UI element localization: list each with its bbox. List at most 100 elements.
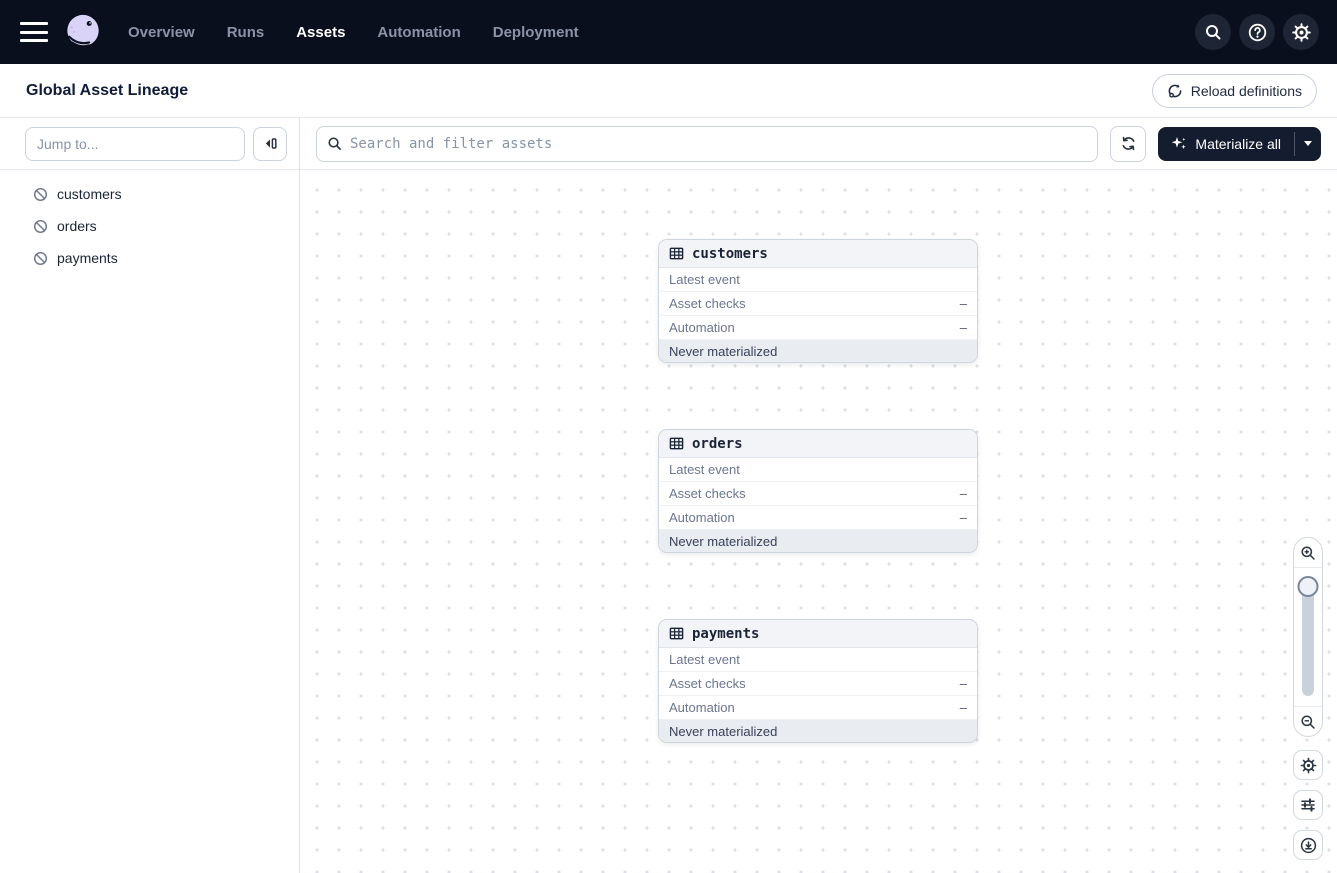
asset-node-payments[interactable]: payments Latest event Asset checks – Aut…	[658, 619, 978, 743]
asset-label: payments	[57, 250, 118, 266]
asset-node-title: customers	[692, 245, 768, 262]
automation-row: Automation –	[659, 696, 977, 720]
nav-item-assets[interactable]: Assets	[296, 24, 345, 41]
panel-collapse-icon	[262, 135, 279, 152]
row-value: –	[959, 320, 967, 335]
automation-row: Automation –	[659, 316, 977, 340]
never-materialized-icon	[33, 187, 48, 202]
nav-item-overview[interactable]: Overview	[128, 24, 195, 41]
row-label: Latest event	[669, 462, 740, 477]
reload-icon	[1167, 83, 1183, 99]
graph-settings-button[interactable]	[1293, 750, 1323, 780]
nav-item-deployment[interactable]: Deployment	[493, 24, 579, 41]
reload-definitions-label: Reload definitions	[1190, 82, 1302, 99]
nav-item-runs[interactable]: Runs	[227, 24, 265, 41]
latest-event-row: Latest event	[659, 458, 977, 482]
sidebar-item-customers[interactable]: customers	[0, 178, 299, 210]
asset-search-box[interactable]	[316, 125, 1099, 162]
materialize-dropdown-button[interactable]	[1295, 127, 1321, 161]
download-circle-icon	[1300, 837, 1317, 854]
asset-search-input[interactable]	[350, 135, 1088, 152]
asset-sidebar: customers orders payments	[0, 118, 300, 873]
table-icon	[669, 436, 684, 451]
page-header: Global Asset Lineage Reload definitions	[0, 64, 1337, 118]
refresh-icon	[1120, 135, 1137, 152]
graph-filters-button[interactable]	[1293, 790, 1323, 820]
row-value: –	[959, 676, 967, 691]
materialization-status: Never materialized	[659, 720, 977, 742]
asset-node-title: payments	[692, 625, 760, 642]
latest-event-row: Latest event	[659, 268, 977, 292]
table-icon	[669, 626, 684, 641]
asset-node-header[interactable]: orders	[659, 430, 977, 458]
content: customers orders payments	[0, 118, 1337, 873]
asset-label: customers	[57, 186, 122, 202]
dagster-logo-icon[interactable]	[64, 13, 102, 51]
table-icon	[669, 246, 684, 261]
materialize-all-button[interactable]: Materialize all	[1158, 127, 1294, 161]
settings-gear-icon[interactable]	[1283, 14, 1319, 50]
row-label: Asset checks	[669, 296, 746, 311]
page-title: Global Asset Lineage	[26, 81, 189, 99]
zoom-in-button[interactable]	[1294, 538, 1322, 568]
zoom-out-icon	[1300, 714, 1316, 730]
gear-icon	[1300, 757, 1317, 774]
sidebar-item-payments[interactable]: payments	[0, 242, 299, 274]
row-label: Automation	[669, 700, 735, 715]
zoom-slider-knob[interactable]	[1297, 576, 1319, 597]
zoom-in-icon	[1300, 545, 1316, 561]
search-icon	[327, 136, 342, 151]
collapse-sidebar-button[interactable]	[253, 126, 287, 161]
row-label: Asset checks	[669, 676, 746, 691]
top-nav: Overview Runs Assets Automation Deployme…	[0, 0, 1337, 64]
zoom-out-button[interactable]	[1294, 706, 1322, 736]
sliders-icon	[1300, 797, 1316, 813]
hamburger-menu-icon[interactable]	[20, 22, 48, 42]
reload-definitions-button[interactable]: Reload definitions	[1151, 73, 1317, 108]
download-image-button[interactable]	[1293, 830, 1323, 860]
row-value: –	[959, 700, 967, 715]
row-value: –	[959, 296, 967, 311]
row-value: –	[959, 486, 967, 501]
asset-node-header[interactable]: payments	[659, 620, 977, 648]
materialization-status: Never materialized	[659, 340, 977, 362]
zoom-control	[1293, 537, 1323, 737]
lineage-toolbar: Materialize all	[300, 118, 1337, 170]
nav-item-automation[interactable]: Automation	[377, 24, 460, 41]
help-icon[interactable]	[1239, 14, 1275, 50]
latest-event-row: Latest event	[659, 648, 977, 672]
sidebar-top-bar	[0, 118, 299, 170]
materialize-all-group: Materialize all	[1158, 126, 1321, 161]
main-panel: Materialize all customers Latest	[300, 118, 1337, 873]
zoom-slider-area	[1294, 568, 1322, 706]
asset-checks-row: Asset checks –	[659, 672, 977, 696]
row-label: Automation	[669, 510, 735, 525]
asset-node-orders[interactable]: orders Latest event Asset checks – Autom…	[658, 429, 978, 553]
asset-node-title: orders	[692, 435, 743, 452]
automation-row: Automation –	[659, 506, 977, 530]
sparkle-icon	[1171, 136, 1187, 152]
nav-right-icons	[1195, 14, 1319, 50]
never-materialized-icon	[33, 251, 48, 266]
asset-node-header[interactable]: customers	[659, 240, 977, 268]
row-value: –	[959, 510, 967, 525]
asset-label: orders	[57, 218, 97, 234]
never-materialized-icon	[33, 219, 48, 234]
row-label: Asset checks	[669, 486, 746, 501]
row-label: Automation	[669, 320, 735, 335]
sidebar-item-orders[interactable]: orders	[0, 210, 299, 242]
row-label: Latest event	[669, 652, 740, 667]
chevron-down-icon	[1304, 141, 1312, 146]
materialize-all-label: Materialize all	[1195, 135, 1281, 152]
lineage-canvas[interactable]: customers Latest event Asset checks – Au…	[300, 170, 1337, 873]
row-label: Latest event	[669, 272, 740, 287]
nav-links: Overview Runs Assets Automation Deployme…	[128, 24, 579, 41]
asset-list: customers orders payments	[0, 170, 299, 274]
jump-to-input[interactable]	[25, 126, 245, 161]
asset-checks-row: Asset checks –	[659, 292, 977, 316]
asset-node-customers[interactable]: customers Latest event Asset checks – Au…	[658, 239, 978, 363]
search-icon[interactable]	[1195, 14, 1231, 50]
asset-checks-row: Asset checks –	[659, 482, 977, 506]
materialization-status: Never materialized	[659, 530, 977, 552]
refresh-button[interactable]	[1110, 125, 1147, 162]
